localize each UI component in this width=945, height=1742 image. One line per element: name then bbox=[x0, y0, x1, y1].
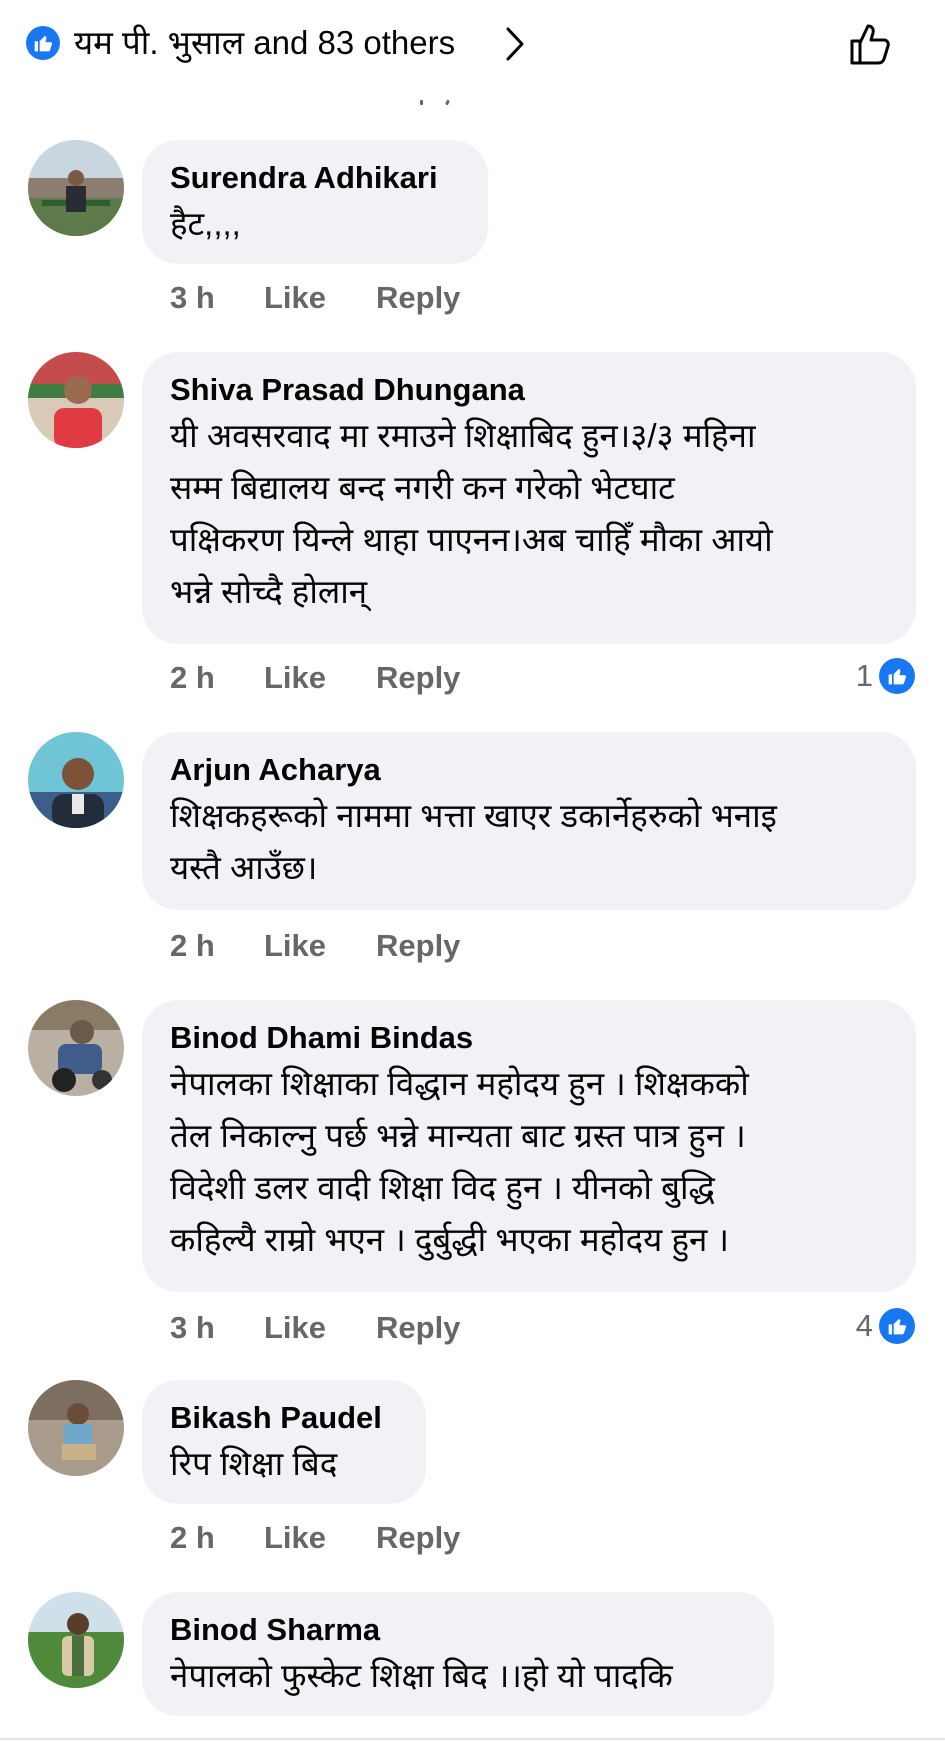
comment-text-line: भन्ने सोच्दै होलान् bbox=[170, 573, 368, 610]
comment-time[interactable]: 2 h bbox=[170, 1520, 264, 1556]
comment-text-line: विदेशी डलर वादी शिक्षा विद हुन । यीनको ब… bbox=[170, 1169, 715, 1206]
comment-text-line: नेपालको फुस्केट शिक्षा बिद ।।हो यो पादकि bbox=[170, 1657, 673, 1694]
like-icon bbox=[879, 1308, 915, 1344]
comment-text-line: नेपालका शिक्षाका विद्धान महोदय हुन । शिक… bbox=[170, 1065, 749, 1102]
reply-button[interactable]: Reply bbox=[376, 280, 460, 316]
comment-actions: 3 h Like Reply bbox=[170, 280, 460, 316]
comment-author[interactable]: Surendra Adhikari bbox=[170, 158, 462, 198]
like-button[interactable]: Like bbox=[264, 928, 376, 964]
avatar[interactable] bbox=[28, 1000, 124, 1096]
comment-bubble[interactable]: Surendra Adhikari हैट,,,, bbox=[142, 140, 488, 264]
comment-text-line: तेल निकाल्नु पर्छ भन्ने मान्यता बाट ग्रस… bbox=[170, 1117, 746, 1154]
comment-text-line: पक्षिकरण यिन्ले थाहा पाएनन।अब चाहिँ मौका… bbox=[170, 521, 773, 558]
comment-text-line: रिप शिक्षा बिद bbox=[170, 1445, 338, 1482]
reply-button[interactable]: Reply bbox=[376, 660, 460, 696]
avatar[interactable] bbox=[28, 352, 124, 448]
chevron-right-icon[interactable] bbox=[504, 26, 526, 67]
comment-bubble[interactable]: Binod Dhami Bindas नेपालका शिक्षाका विद्… bbox=[142, 1000, 916, 1292]
reactors-text[interactable]: यम पी. भुसाल and 83 others bbox=[74, 20, 455, 66]
comment-author[interactable]: Binod Sharma bbox=[170, 1610, 748, 1650]
comment-author[interactable]: Shiva Prasad Dhungana bbox=[170, 370, 890, 410]
comment-bubble[interactable]: Shiva Prasad Dhungana यी अवसरवाद मा रमाउ… bbox=[142, 352, 916, 644]
comment-author[interactable]: Bikash Paudel bbox=[170, 1398, 400, 1438]
comment-text-line: हैट,,,, bbox=[170, 205, 241, 242]
comment-text-line: सम्म बिद्यालय बन्द नगरी कन गरेको भेटघाट bbox=[170, 469, 675, 506]
comment-bubble[interactable]: Binod Sharma नेपालको फुस्केट शिक्षा बिद … bbox=[142, 1592, 774, 1716]
truncation-marks bbox=[414, 99, 454, 108]
comment-actions: 2 h Like Reply bbox=[170, 928, 460, 964]
comment-actions: 3 h Like Reply bbox=[170, 1310, 460, 1346]
reply-button[interactable]: Reply bbox=[376, 1310, 460, 1346]
avatar[interactable] bbox=[28, 140, 124, 236]
avatar[interactable] bbox=[28, 1380, 124, 1476]
avatar[interactable] bbox=[28, 732, 124, 828]
comment-actions: 2 h Like Reply bbox=[170, 1520, 460, 1556]
comment-bubble[interactable]: Arjun Acharya शिक्षकहरूको नाममा भत्ता खा… bbox=[142, 732, 916, 910]
comment-time[interactable]: 3 h bbox=[170, 1310, 264, 1346]
comment-time[interactable]: 3 h bbox=[170, 280, 264, 316]
comment-time[interactable]: 2 h bbox=[170, 660, 264, 696]
reaction-count-number: 1 bbox=[855, 658, 873, 693]
avatar[interactable] bbox=[28, 1592, 124, 1688]
reactions-summary-bar[interactable]: यम पी. भुसाल and 83 others bbox=[0, 0, 945, 90]
reaction-count-number: 4 bbox=[855, 1308, 873, 1343]
like-button[interactable]: Like bbox=[264, 660, 376, 696]
like-icon bbox=[879, 658, 915, 694]
comment-text-line: यस्तै आउँछ। bbox=[170, 849, 318, 886]
comment-text-line: कहिल्यै राम्रो भएन । दुर्बुद्धी भएका महो… bbox=[170, 1221, 730, 1258]
comment-text-line: शिक्षकहरूको नाममा भत्ता खाएर डकार्नेहरुक… bbox=[170, 797, 777, 834]
divider bbox=[0, 1738, 945, 1740]
like-button[interactable]: Like bbox=[264, 1520, 376, 1556]
comment-author[interactable]: Arjun Acharya bbox=[170, 750, 890, 790]
like-icon bbox=[26, 26, 60, 60]
comment-time[interactable]: 2 h bbox=[170, 928, 264, 964]
reaction-count[interactable]: 4 bbox=[856, 1308, 915, 1344]
reply-button[interactable]: Reply bbox=[376, 1520, 460, 1556]
reply-button[interactable]: Reply bbox=[376, 928, 460, 964]
like-button[interactable]: Like bbox=[264, 280, 376, 316]
like-button[interactable]: Like bbox=[264, 1310, 376, 1346]
comment-author[interactable]: Binod Dhami Bindas bbox=[170, 1018, 890, 1058]
comment-bubble[interactable]: Bikash Paudel रिप शिक्षा बिद bbox=[142, 1380, 426, 1504]
thumbs-up-outline-icon[interactable] bbox=[846, 20, 894, 73]
comment-text-line: यी अवसरवाद मा रमाउने शिक्षाबिद हुन।३/३ म… bbox=[170, 417, 756, 454]
reaction-count[interactable]: 1 bbox=[856, 658, 915, 694]
comment-actions: 2 h Like Reply bbox=[170, 660, 460, 696]
